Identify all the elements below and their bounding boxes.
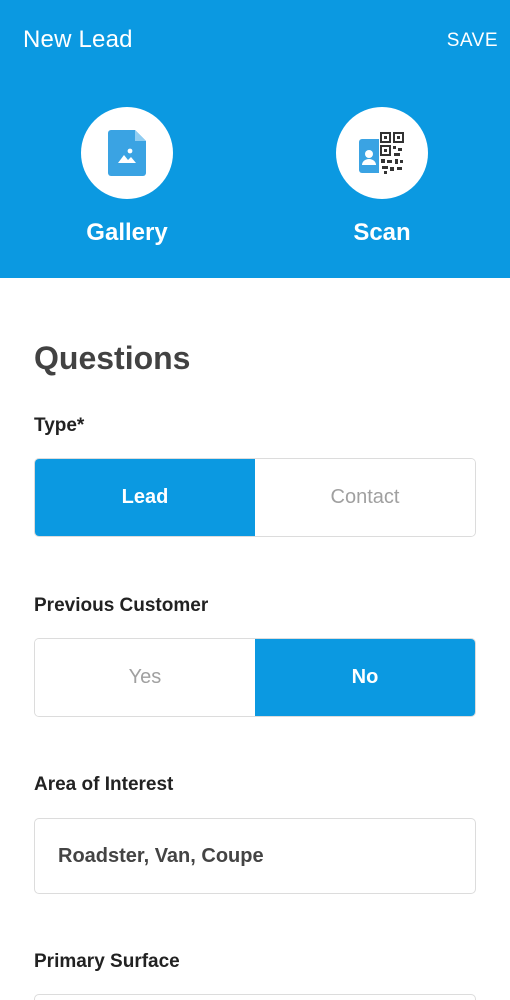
area-of-interest-field[interactable]: Roadster, Van, Coupe: [34, 818, 476, 894]
gallery-icon-circle: [81, 107, 173, 199]
previous-customer-segmented-control: Yes No: [34, 638, 476, 717]
type-option-contact[interactable]: Contact: [255, 459, 475, 536]
area-of-interest-label: Area of Interest: [34, 774, 174, 795]
save-button[interactable]: SAVE: [447, 30, 498, 52]
section-title: Questions: [34, 340, 191, 376]
page-title: New Lead: [23, 26, 133, 53]
app-header: New Lead SAVE Gallery Scan: [0, 0, 510, 278]
scan-label: Scan: [353, 219, 411, 246]
type-label: Type*: [34, 415, 85, 436]
previous-customer-label: Previous Customer: [34, 595, 209, 616]
scan-icon-circle: [336, 107, 428, 199]
scan-button[interactable]: Scan: [336, 107, 428, 246]
type-option-lead[interactable]: Lead: [35, 459, 255, 536]
primary-surface-field[interactable]: [34, 994, 476, 1000]
gallery-button[interactable]: Gallery: [81, 107, 173, 246]
qr-contact-card-icon: [359, 131, 405, 175]
previous-customer-option-yes[interactable]: Yes: [35, 639, 255, 716]
primary-surface-label: Primary Surface: [34, 951, 180, 972]
previous-customer-option-no[interactable]: No: [255, 639, 475, 716]
gallery-label: Gallery: [86, 219, 168, 246]
image-file-icon: [108, 130, 146, 176]
type-segmented-control: Lead Contact: [34, 458, 476, 537]
